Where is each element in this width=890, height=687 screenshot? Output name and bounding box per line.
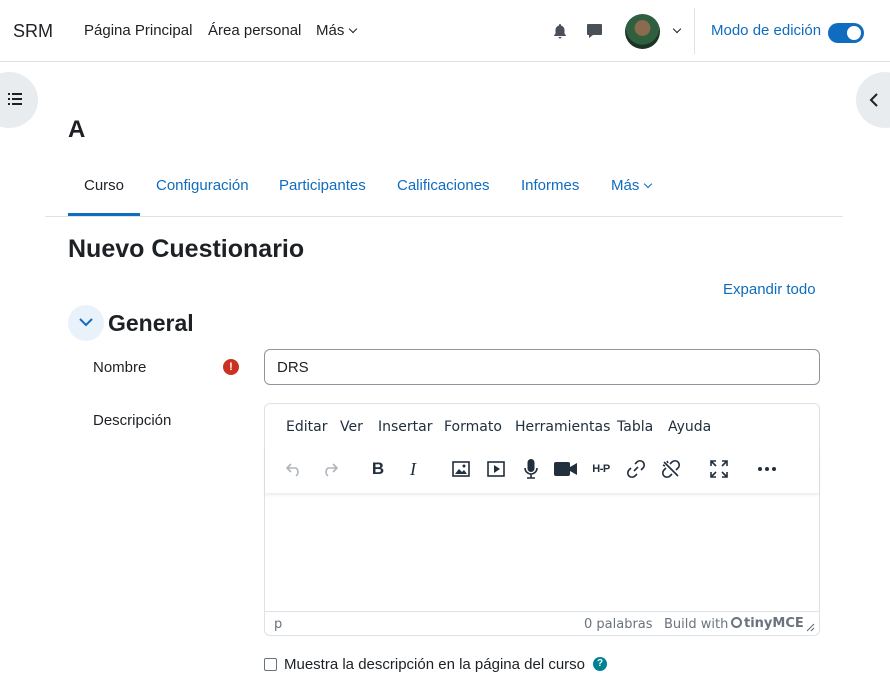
more-icon[interactable] xyxy=(755,457,779,481)
chevron-down-icon xyxy=(79,318,93,327)
element-path[interactable]: p xyxy=(274,617,282,632)
course-title: A xyxy=(68,116,86,143)
undo-icon[interactable] xyxy=(282,457,306,481)
list-icon xyxy=(8,93,22,105)
media-icon[interactable] xyxy=(484,457,508,481)
nav-more-label: Más xyxy=(316,22,345,39)
nav-dashboard[interactable]: Área personal xyxy=(208,22,301,39)
menu-table[interactable]: Tabla xyxy=(617,419,653,435)
microphone-icon[interactable] xyxy=(519,457,543,481)
expand-all-link[interactable]: Expandir todo xyxy=(723,281,816,298)
edit-mode-label[interactable]: Modo de edición xyxy=(711,22,821,39)
show-description-label[interactable]: Muestra la descripción en la página del … xyxy=(284,656,585,673)
user-avatar[interactable] xyxy=(625,14,660,49)
resize-handle-icon[interactable] xyxy=(806,623,815,632)
h5p-icon[interactable]: H-P xyxy=(589,457,613,481)
name-label: Nombre xyxy=(93,359,147,376)
menu-tools[interactable]: Herramientas xyxy=(515,419,610,435)
menu-edit[interactable]: Editar xyxy=(286,419,327,435)
fullscreen-icon[interactable] xyxy=(707,457,731,481)
menu-insert[interactable]: Insertar xyxy=(378,419,433,435)
tab-course[interactable]: Curso xyxy=(84,177,124,194)
word-count[interactable]: 0 palabras xyxy=(584,617,653,632)
video-icon[interactable] xyxy=(554,457,578,481)
menu-view[interactable]: Ver xyxy=(340,419,363,435)
unlink-icon[interactable] xyxy=(659,457,683,481)
description-label: Descripción xyxy=(93,412,172,429)
active-tab-indicator xyxy=(68,213,140,216)
tab-participants[interactable]: Participantes xyxy=(279,177,366,194)
page-title: Nuevo Cuestionario xyxy=(68,235,305,263)
chevron-down-icon xyxy=(349,24,358,34)
chat-icon[interactable] xyxy=(586,23,603,39)
bell-icon[interactable] xyxy=(552,23,568,39)
editor-content-area[interactable] xyxy=(265,493,819,611)
show-description-checkbox[interactable] xyxy=(264,658,277,671)
chevron-left-icon xyxy=(869,93,878,107)
tab-more-label: Más xyxy=(611,177,640,194)
link-icon[interactable] xyxy=(624,457,648,481)
help-icon[interactable]: ? xyxy=(593,657,607,671)
user-menu-chevron-icon[interactable] xyxy=(672,24,682,34)
site-brand[interactable]: SRM xyxy=(13,21,53,42)
redo-icon[interactable] xyxy=(318,457,342,481)
nav-home[interactable]: Página Principal xyxy=(84,22,192,39)
italic-icon[interactable]: I xyxy=(401,457,425,481)
editor-menubar: Editar Ver Insertar Formato Herramientas… xyxy=(265,404,819,446)
menu-help[interactable]: Ayuda xyxy=(668,419,711,435)
name-input[interactable] xyxy=(264,349,820,385)
tab-more[interactable]: Más xyxy=(611,177,653,194)
navbar-divider xyxy=(694,8,695,54)
tab-reports[interactable]: Informes xyxy=(521,177,579,194)
tab-grades[interactable]: Calificaciones xyxy=(397,177,490,194)
menu-format[interactable]: Formato xyxy=(444,419,502,435)
section-title-general: General xyxy=(108,310,194,336)
nav-more[interactable]: Más xyxy=(316,22,358,39)
build-with-label: Build with xyxy=(664,617,729,632)
tinymce-logo-icon xyxy=(731,617,742,628)
tinymce-logo[interactable]: tinyMCE xyxy=(731,616,804,631)
image-icon[interactable] xyxy=(449,457,473,481)
top-navbar: SRM Página Principal Área personal Más M… xyxy=(0,0,890,62)
editor-statusbar: p 0 palabras Build with tinyMCE xyxy=(265,611,819,636)
section-collapse-button[interactable] xyxy=(68,305,104,341)
required-icon: ! xyxy=(223,359,239,375)
tinymce-brand-text: tinyMCE xyxy=(744,616,804,631)
block-drawer-button[interactable] xyxy=(856,72,890,128)
bold-icon[interactable]: B xyxy=(366,457,390,481)
chevron-down-icon xyxy=(644,179,653,189)
editor-toolbar: B I H-P xyxy=(265,446,819,493)
edit-mode-toggle[interactable] xyxy=(828,23,864,43)
course-tabs: Curso Configuración Participantes Califi… xyxy=(45,160,843,217)
description-editor: Editar Ver Insertar Formato Herramientas… xyxy=(264,403,820,636)
tab-settings[interactable]: Configuración xyxy=(156,177,249,194)
course-index-drawer-button[interactable] xyxy=(0,72,38,128)
